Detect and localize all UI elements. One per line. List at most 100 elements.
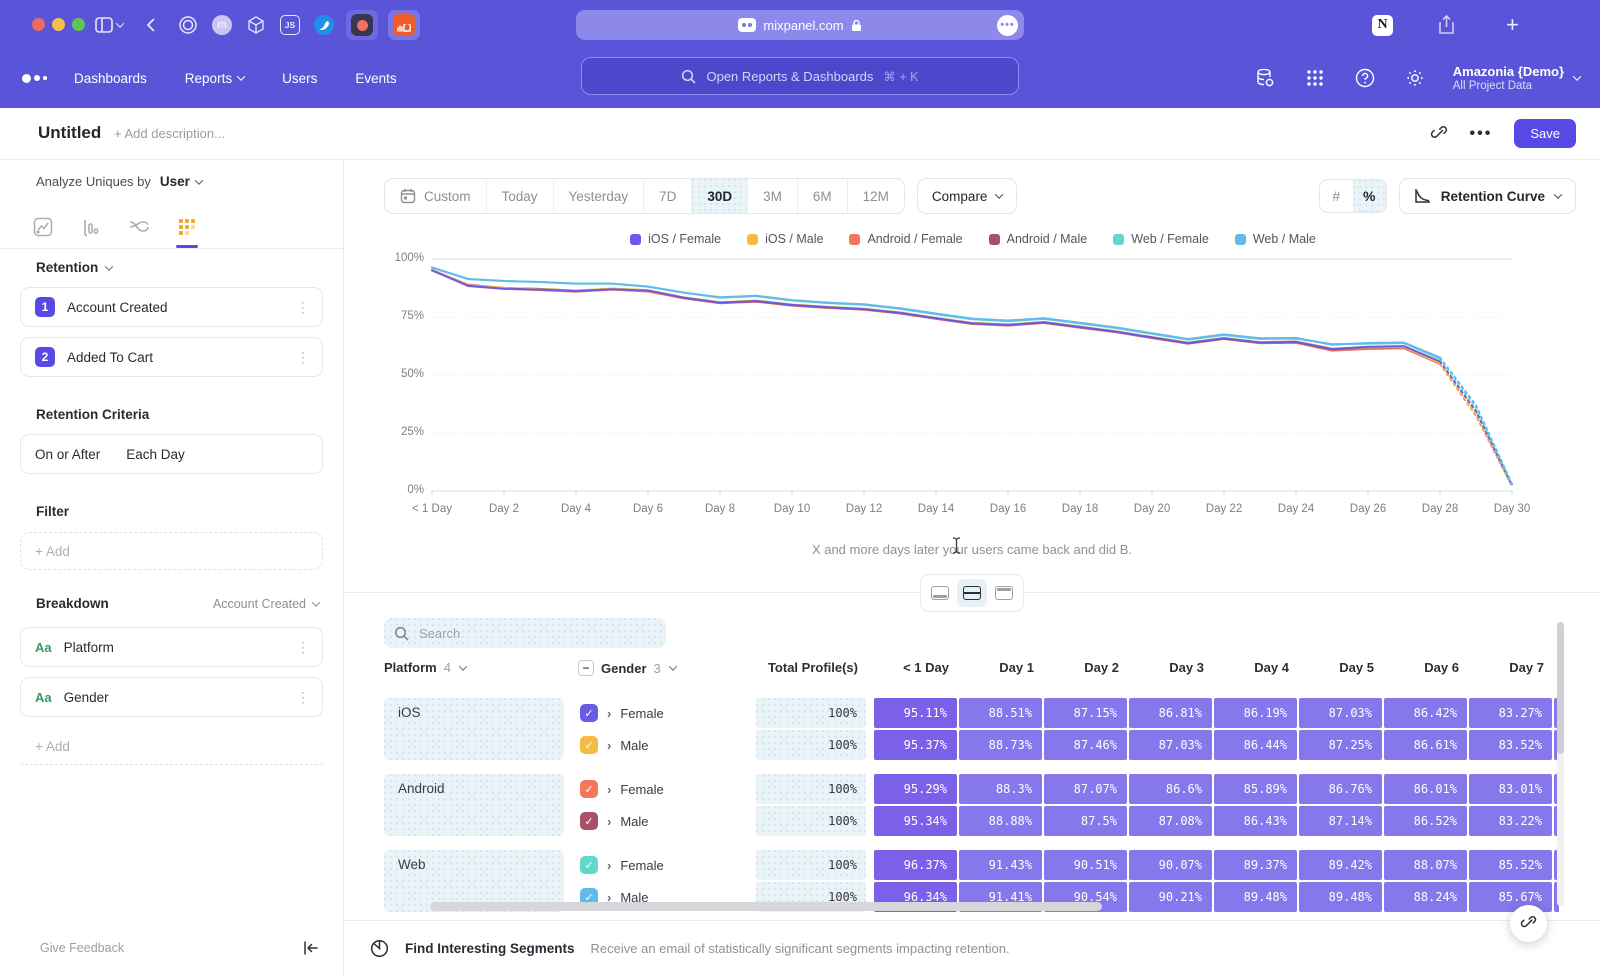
share-icon[interactable] <box>1438 13 1455 37</box>
criteria-condition[interactable]: On or After <box>35 447 100 462</box>
share-link-fab[interactable] <box>1510 905 1547 942</box>
gender-row[interactable]: ✓›Female <box>580 698 664 728</box>
day-column-header[interactable]: Day 7 <box>1469 660 1544 675</box>
retention-cell[interactable]: 86.52% <box>1384 806 1467 836</box>
day-column-header[interactable]: < 1 Day <box>874 660 949 675</box>
retention-cell[interactable]: 89.48% <box>1214 882 1297 912</box>
layout-table-only-button[interactable] <box>989 579 1019 607</box>
range-3m[interactable]: 3M <box>748 179 798 213</box>
day-column-header[interactable]: Day 6 <box>1384 660 1459 675</box>
chart-view-select[interactable]: Retention Curve <box>1399 178 1576 214</box>
expand-chevron-icon[interactable]: › <box>607 814 611 829</box>
traffic-light-close[interactable] <box>32 18 45 31</box>
gender-row[interactable]: ✓›Male <box>580 730 649 760</box>
retention-cell[interactable]: 83.22% <box>1469 806 1552 836</box>
retention-cell[interactable]: 86.76% <box>1299 774 1382 804</box>
tab-funnels[interactable] <box>78 212 104 242</box>
settings-gear-icon[interactable] <box>1403 66 1427 90</box>
retention-cell[interactable]: 86.81% <box>1129 698 1212 728</box>
retention-cell[interactable]: 86.01% <box>1384 774 1467 804</box>
layout-chart-only-button[interactable] <box>925 579 955 607</box>
sidebar-chevron-icon[interactable] <box>117 13 123 37</box>
day-column-header[interactable]: Day 1 <box>959 660 1034 675</box>
retention-cell[interactable]: 88.73% <box>959 730 1042 760</box>
legend-item[interactable]: Web / Female <box>1113 232 1209 246</box>
mixpanel-logo[interactable] <box>22 74 47 83</box>
retention-cell[interactable]: 90.07% <box>1129 850 1212 880</box>
retention-cell[interactable]: 87.07% <box>1044 774 1127 804</box>
sidebar-toggle-icon[interactable] <box>95 13 113 37</box>
retention-cell[interactable]: 87.14% <box>1299 806 1382 836</box>
retention-cell[interactable]: 86.42% <box>1384 698 1467 728</box>
criteria-card[interactable]: On or After Each Day <box>20 434 323 474</box>
legend-item[interactable]: Web / Male <box>1235 232 1316 246</box>
layout-split-button[interactable] <box>957 579 987 607</box>
day-column-header[interactable]: Day 5 <box>1299 660 1374 675</box>
gender-row[interactable]: ✓›Male <box>580 806 649 836</box>
nav-users[interactable]: Users <box>282 71 317 86</box>
data-management-icon[interactable] <box>1253 66 1277 90</box>
collapse-sidebar-icon[interactable] <box>303 941 319 955</box>
retention-cell[interactable]: 85.89% <box>1214 774 1297 804</box>
retention-section-label[interactable]: Retention <box>36 260 112 275</box>
kebab-icon[interactable]: ⋮ <box>296 689 310 706</box>
series-checkbox[interactable]: ✓ <box>580 736 598 754</box>
horizontal-scrollbar[interactable] <box>430 902 1102 911</box>
platform-cell[interactable]: Android <box>384 774 564 836</box>
compare-button[interactable]: Compare <box>917 178 1018 214</box>
table-search-input[interactable] <box>417 625 617 642</box>
gender-row[interactable]: ✓›Female <box>580 850 664 880</box>
day-column-header[interactable]: Day 3 <box>1129 660 1204 675</box>
browser-extension-avatar-icon[interactable]: m <box>212 13 232 37</box>
retention-cell[interactable]: 89.37% <box>1214 850 1297 880</box>
series-checkbox[interactable]: ✓ <box>580 812 598 830</box>
retention-cell[interactable]: 89.48% <box>1299 882 1382 912</box>
range-custom[interactable]: Custom <box>385 179 487 213</box>
account-switcher[interactable]: Amazonia {Demo} All Project Data <box>1453 64 1580 92</box>
retention-cell[interactable]: 95.34% <box>874 806 957 836</box>
traffic-light-minimize[interactable] <box>52 18 65 31</box>
retention-cell[interactable]: 89.42% <box>1299 850 1382 880</box>
range-6m[interactable]: 6M <box>798 179 848 213</box>
save-button[interactable]: Save <box>1514 119 1576 148</box>
nav-dashboards[interactable]: Dashboards <box>74 71 147 86</box>
retention-cell[interactable]: 95.37% <box>874 730 957 760</box>
platform-column-header[interactable]: Platform4 <box>384 660 466 675</box>
expand-chevron-icon[interactable]: › <box>607 858 611 873</box>
tab-retention[interactable] <box>174 212 200 242</box>
series-checkbox[interactable]: ✓ <box>580 704 598 722</box>
range-30d[interactable]: 30D <box>692 179 748 213</box>
breakdown-platform[interactable]: Aa Platform ⋮ <box>20 627 323 667</box>
add-filter-button[interactable]: + Add <box>20 532 323 570</box>
retention-cell[interactable]: 87.46% <box>1044 730 1127 760</box>
retention-step-a[interactable]: 1 Account Created ⋮ <box>20 287 323 327</box>
retention-cell[interactable]: 83.01% <box>1469 774 1552 804</box>
nav-events[interactable]: Events <box>355 71 396 86</box>
retention-cell[interactable]: 87.25% <box>1299 730 1382 760</box>
retention-cell[interactable]: 86.43% <box>1214 806 1297 836</box>
kebab-icon[interactable]: ⋮ <box>296 639 310 656</box>
series-checkbox[interactable]: ✓ <box>580 856 598 874</box>
traffic-light-zoom[interactable] <box>72 18 85 31</box>
report-title[interactable]: Untitled <box>38 123 101 143</box>
retention-cell[interactable]: 88.88% <box>959 806 1042 836</box>
more-actions-icon[interactable]: ••• <box>1470 125 1493 143</box>
kebab-icon[interactable]: ⋮ <box>296 349 310 366</box>
expand-chevron-icon[interactable]: › <box>607 782 611 797</box>
select-all-checkbox[interactable]: − <box>578 660 594 676</box>
breakdown-scope-select[interactable]: Account Created <box>213 597 319 611</box>
unit-number-button[interactable]: # <box>1320 180 1353 212</box>
legend-item[interactable]: iOS / Female <box>630 232 721 246</box>
day-column-header[interactable]: Day 4 <box>1214 660 1289 675</box>
retention-cell[interactable]: 85.67% <box>1469 882 1552 912</box>
range-yesterday[interactable]: Yesterday <box>554 179 645 213</box>
total-column-header[interactable]: Total Profile(s) <box>756 660 858 675</box>
retention-cell[interactable]: 88.51% <box>959 698 1042 728</box>
copy-link-icon[interactable] <box>1430 125 1448 143</box>
vertical-scrollbar[interactable] <box>1557 622 1564 906</box>
retention-cell[interactable]: 86.44% <box>1214 730 1297 760</box>
retention-cell[interactable]: 95.11% <box>874 698 957 728</box>
platform-cell[interactable]: iOS <box>384 698 564 760</box>
retention-cell[interactable]: 83.52% <box>1469 730 1552 760</box>
series-checkbox[interactable]: ✓ <box>580 780 598 798</box>
